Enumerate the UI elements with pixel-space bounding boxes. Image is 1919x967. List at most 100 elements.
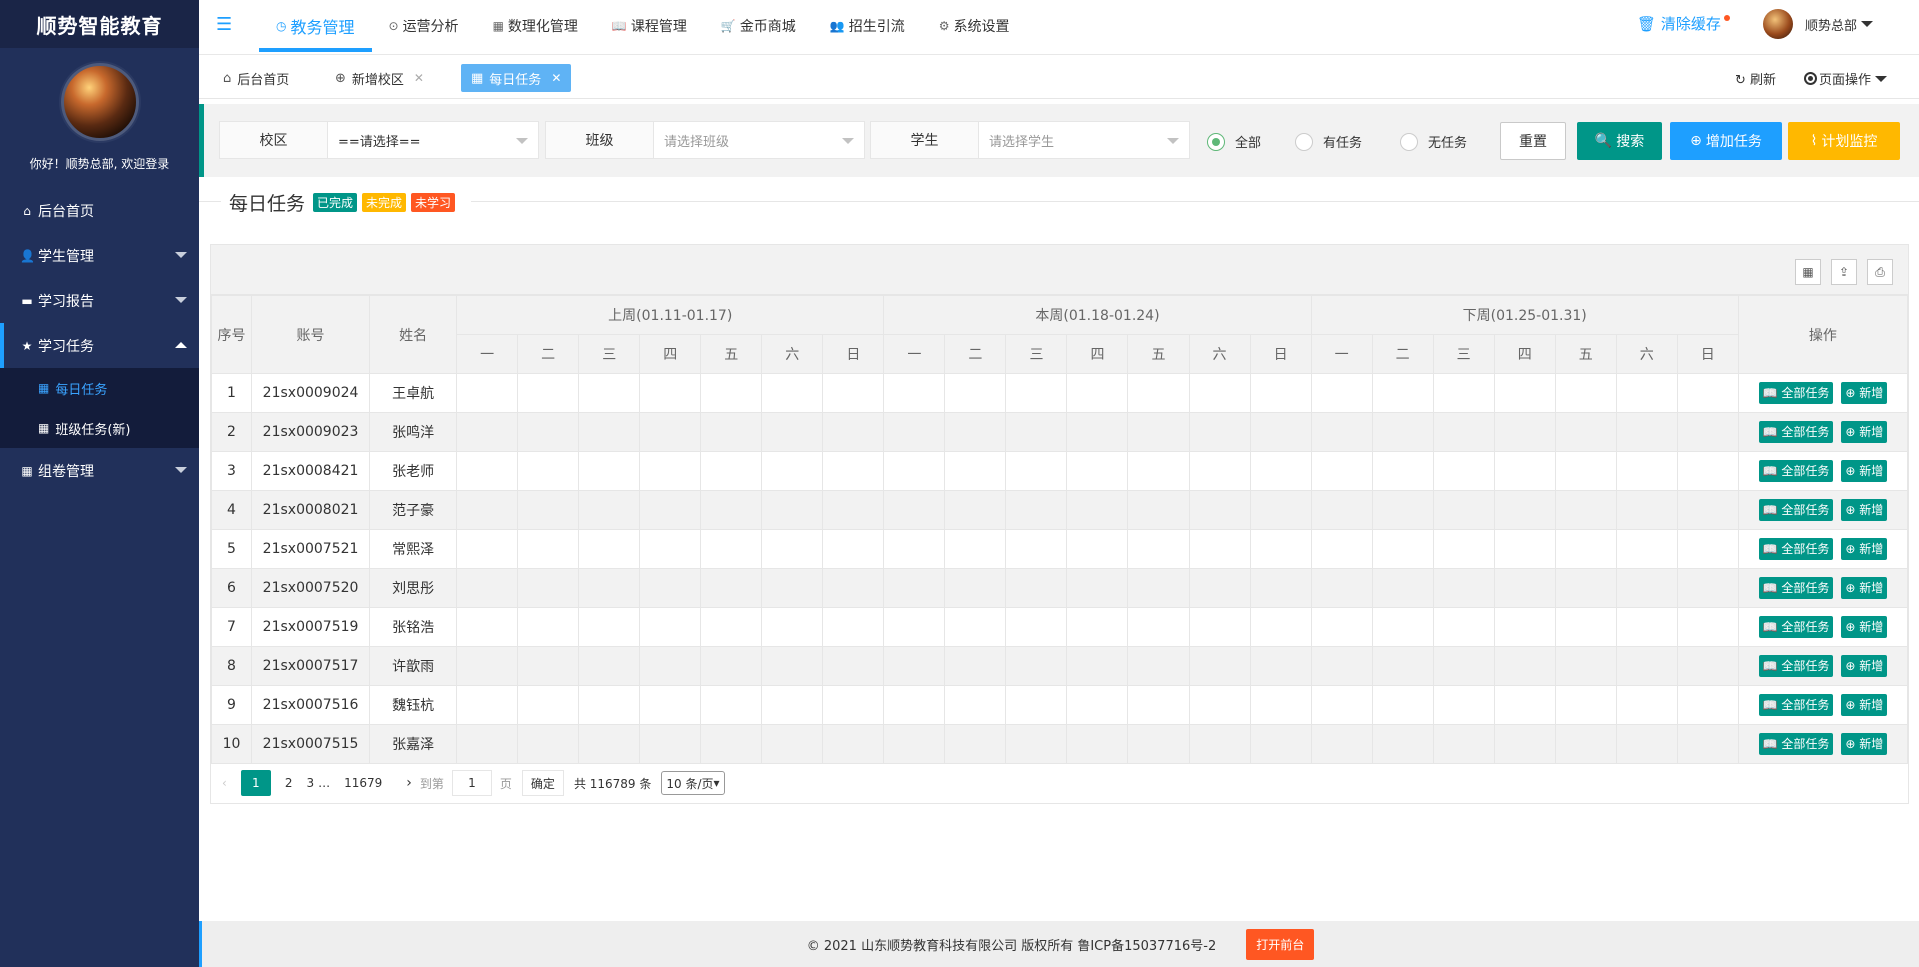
all-tasks-button[interactable]: 📖 全部任务 xyxy=(1758,733,1834,755)
cell-day[interactable] xyxy=(1615,646,1678,686)
cell-day[interactable] xyxy=(1432,529,1495,569)
all-tasks-button[interactable]: 📖 全部任务 xyxy=(1758,499,1834,521)
cell-day[interactable] xyxy=(1676,412,1739,452)
cell-day[interactable] xyxy=(639,568,702,608)
cell-day[interactable] xyxy=(700,529,763,569)
cell-day[interactable] xyxy=(1127,412,1190,452)
all-tasks-button[interactable]: 📖 全部任务 xyxy=(1758,577,1834,599)
cell-day[interactable] xyxy=(1371,373,1434,413)
reset-button[interactable]: 重置 xyxy=(1500,122,1566,160)
cell-day[interactable] xyxy=(761,685,824,725)
cell-day[interactable] xyxy=(456,724,519,764)
user-menu[interactable]: 顺势总部 xyxy=(1763,9,1874,39)
cell-day[interactable] xyxy=(1676,490,1739,530)
cell-day[interactable] xyxy=(1432,568,1495,608)
cell-day[interactable] xyxy=(1127,568,1190,608)
cell-day[interactable] xyxy=(578,685,641,725)
cell-day[interactable] xyxy=(761,451,824,491)
cell-day[interactable] xyxy=(1188,724,1251,764)
cell-day[interactable] xyxy=(1127,685,1190,725)
cell-day[interactable] xyxy=(761,529,824,569)
top-menu-mall[interactable]: 🛒 金币商城 xyxy=(704,0,813,52)
cell-day[interactable] xyxy=(1432,646,1495,686)
cell-day[interactable] xyxy=(517,412,580,452)
cell-day[interactable] xyxy=(1615,412,1678,452)
menu-toggle-icon[interactable]: ☰ xyxy=(216,14,232,35)
all-tasks-button[interactable]: 📖 全部任务 xyxy=(1758,421,1834,443)
close-icon[interactable]: ✕ xyxy=(414,71,424,85)
cell-day[interactable] xyxy=(1615,490,1678,530)
cell-day[interactable] xyxy=(700,724,763,764)
add-row-task-button[interactable]: ⊕ 新增 xyxy=(1841,616,1888,638)
all-tasks-button[interactable]: 📖 全部任务 xyxy=(1758,616,1834,638)
cell-day[interactable] xyxy=(517,724,580,764)
cell-day[interactable] xyxy=(578,451,641,491)
cell-day[interactable] xyxy=(578,568,641,608)
cell-day[interactable] xyxy=(761,724,824,764)
cell-day[interactable] xyxy=(1310,685,1373,725)
top-menu-academic[interactable]: ◷ 教务管理 xyxy=(259,0,372,52)
cell-day[interactable] xyxy=(1188,373,1251,413)
cell-day[interactable] xyxy=(944,490,1007,530)
cell-day[interactable] xyxy=(1249,607,1312,647)
cell-day[interactable] xyxy=(1005,451,1068,491)
campus-select[interactable]: ==请选择== xyxy=(328,122,538,158)
add-row-task-button[interactable]: ⊕ 新增 xyxy=(1841,655,1888,677)
cell-day[interactable] xyxy=(944,529,1007,569)
cell-day[interactable] xyxy=(639,646,702,686)
cell-day[interactable] xyxy=(1493,685,1556,725)
sidebar-item-tasks[interactable]: ★ 学习任务 xyxy=(0,323,199,368)
cell-day[interactable] xyxy=(578,373,641,413)
cell-day[interactable] xyxy=(1493,529,1556,569)
cell-day[interactable] xyxy=(700,412,763,452)
cell-day[interactable] xyxy=(456,451,519,491)
cell-day[interactable] xyxy=(883,724,946,764)
cell-day[interactable] xyxy=(1554,685,1617,725)
cell-day[interactable] xyxy=(944,724,1007,764)
cell-day[interactable] xyxy=(1066,724,1129,764)
cell-day[interactable] xyxy=(1005,412,1068,452)
cell-day[interactable] xyxy=(1554,568,1617,608)
cell-day[interactable] xyxy=(1493,451,1556,491)
cell-day[interactable] xyxy=(883,373,946,413)
cell-day[interactable] xyxy=(1432,373,1495,413)
open-front-button[interactable]: 打开前台 xyxy=(1246,928,1315,960)
cell-day[interactable] xyxy=(1005,724,1068,764)
cell-day[interactable] xyxy=(1615,451,1678,491)
cell-day[interactable] xyxy=(944,568,1007,608)
cell-day[interactable] xyxy=(883,412,946,452)
avatar[interactable] xyxy=(60,63,139,141)
cell-day[interactable] xyxy=(1188,529,1251,569)
top-menu-courses[interactable]: 📖 课程管理 xyxy=(595,0,704,52)
plan-monitor-button[interactable]: ⌇ 计划监控 xyxy=(1788,122,1900,160)
cell-day[interactable] xyxy=(1249,568,1312,608)
cell-day[interactable] xyxy=(700,490,763,530)
cell-day[interactable] xyxy=(1005,373,1068,413)
tab-new-campus[interactable]: ⊕ 新增校区 ✕ xyxy=(325,64,434,92)
top-menu-recruit[interactable]: 👥 招生引流 xyxy=(813,0,922,52)
cell-day[interactable] xyxy=(700,685,763,725)
cell-day[interactable] xyxy=(517,529,580,569)
cell-day[interactable] xyxy=(944,373,1007,413)
cell-day[interactable] xyxy=(1432,451,1495,491)
per-page-select[interactable]: 10 条/页 ▾ xyxy=(661,771,725,795)
cell-day[interactable] xyxy=(944,685,1007,725)
cell-day[interactable] xyxy=(1310,451,1373,491)
add-row-task-button[interactable]: ⊕ 新增 xyxy=(1841,538,1888,560)
sidebar-item-papers[interactable]: ▦ 组卷管理 xyxy=(0,448,199,493)
chevron-left-icon[interactable]: ‹ xyxy=(222,776,227,790)
cell-day[interactable] xyxy=(822,568,885,608)
cell-day[interactable] xyxy=(1310,373,1373,413)
cell-day[interactable] xyxy=(700,607,763,647)
cell-day[interactable] xyxy=(1676,646,1739,686)
cell-day[interactable] xyxy=(822,412,885,452)
cell-day[interactable] xyxy=(517,685,580,725)
cell-day[interactable] xyxy=(1188,646,1251,686)
cell-day[interactable] xyxy=(1493,568,1556,608)
add-row-task-button[interactable]: ⊕ 新增 xyxy=(1841,382,1888,404)
cell-day[interactable] xyxy=(944,451,1007,491)
add-row-task-button[interactable]: ⊕ 新增 xyxy=(1841,694,1888,716)
cell-day[interactable] xyxy=(1066,529,1129,569)
cell-day[interactable] xyxy=(639,451,702,491)
cell-day[interactable] xyxy=(1371,724,1434,764)
